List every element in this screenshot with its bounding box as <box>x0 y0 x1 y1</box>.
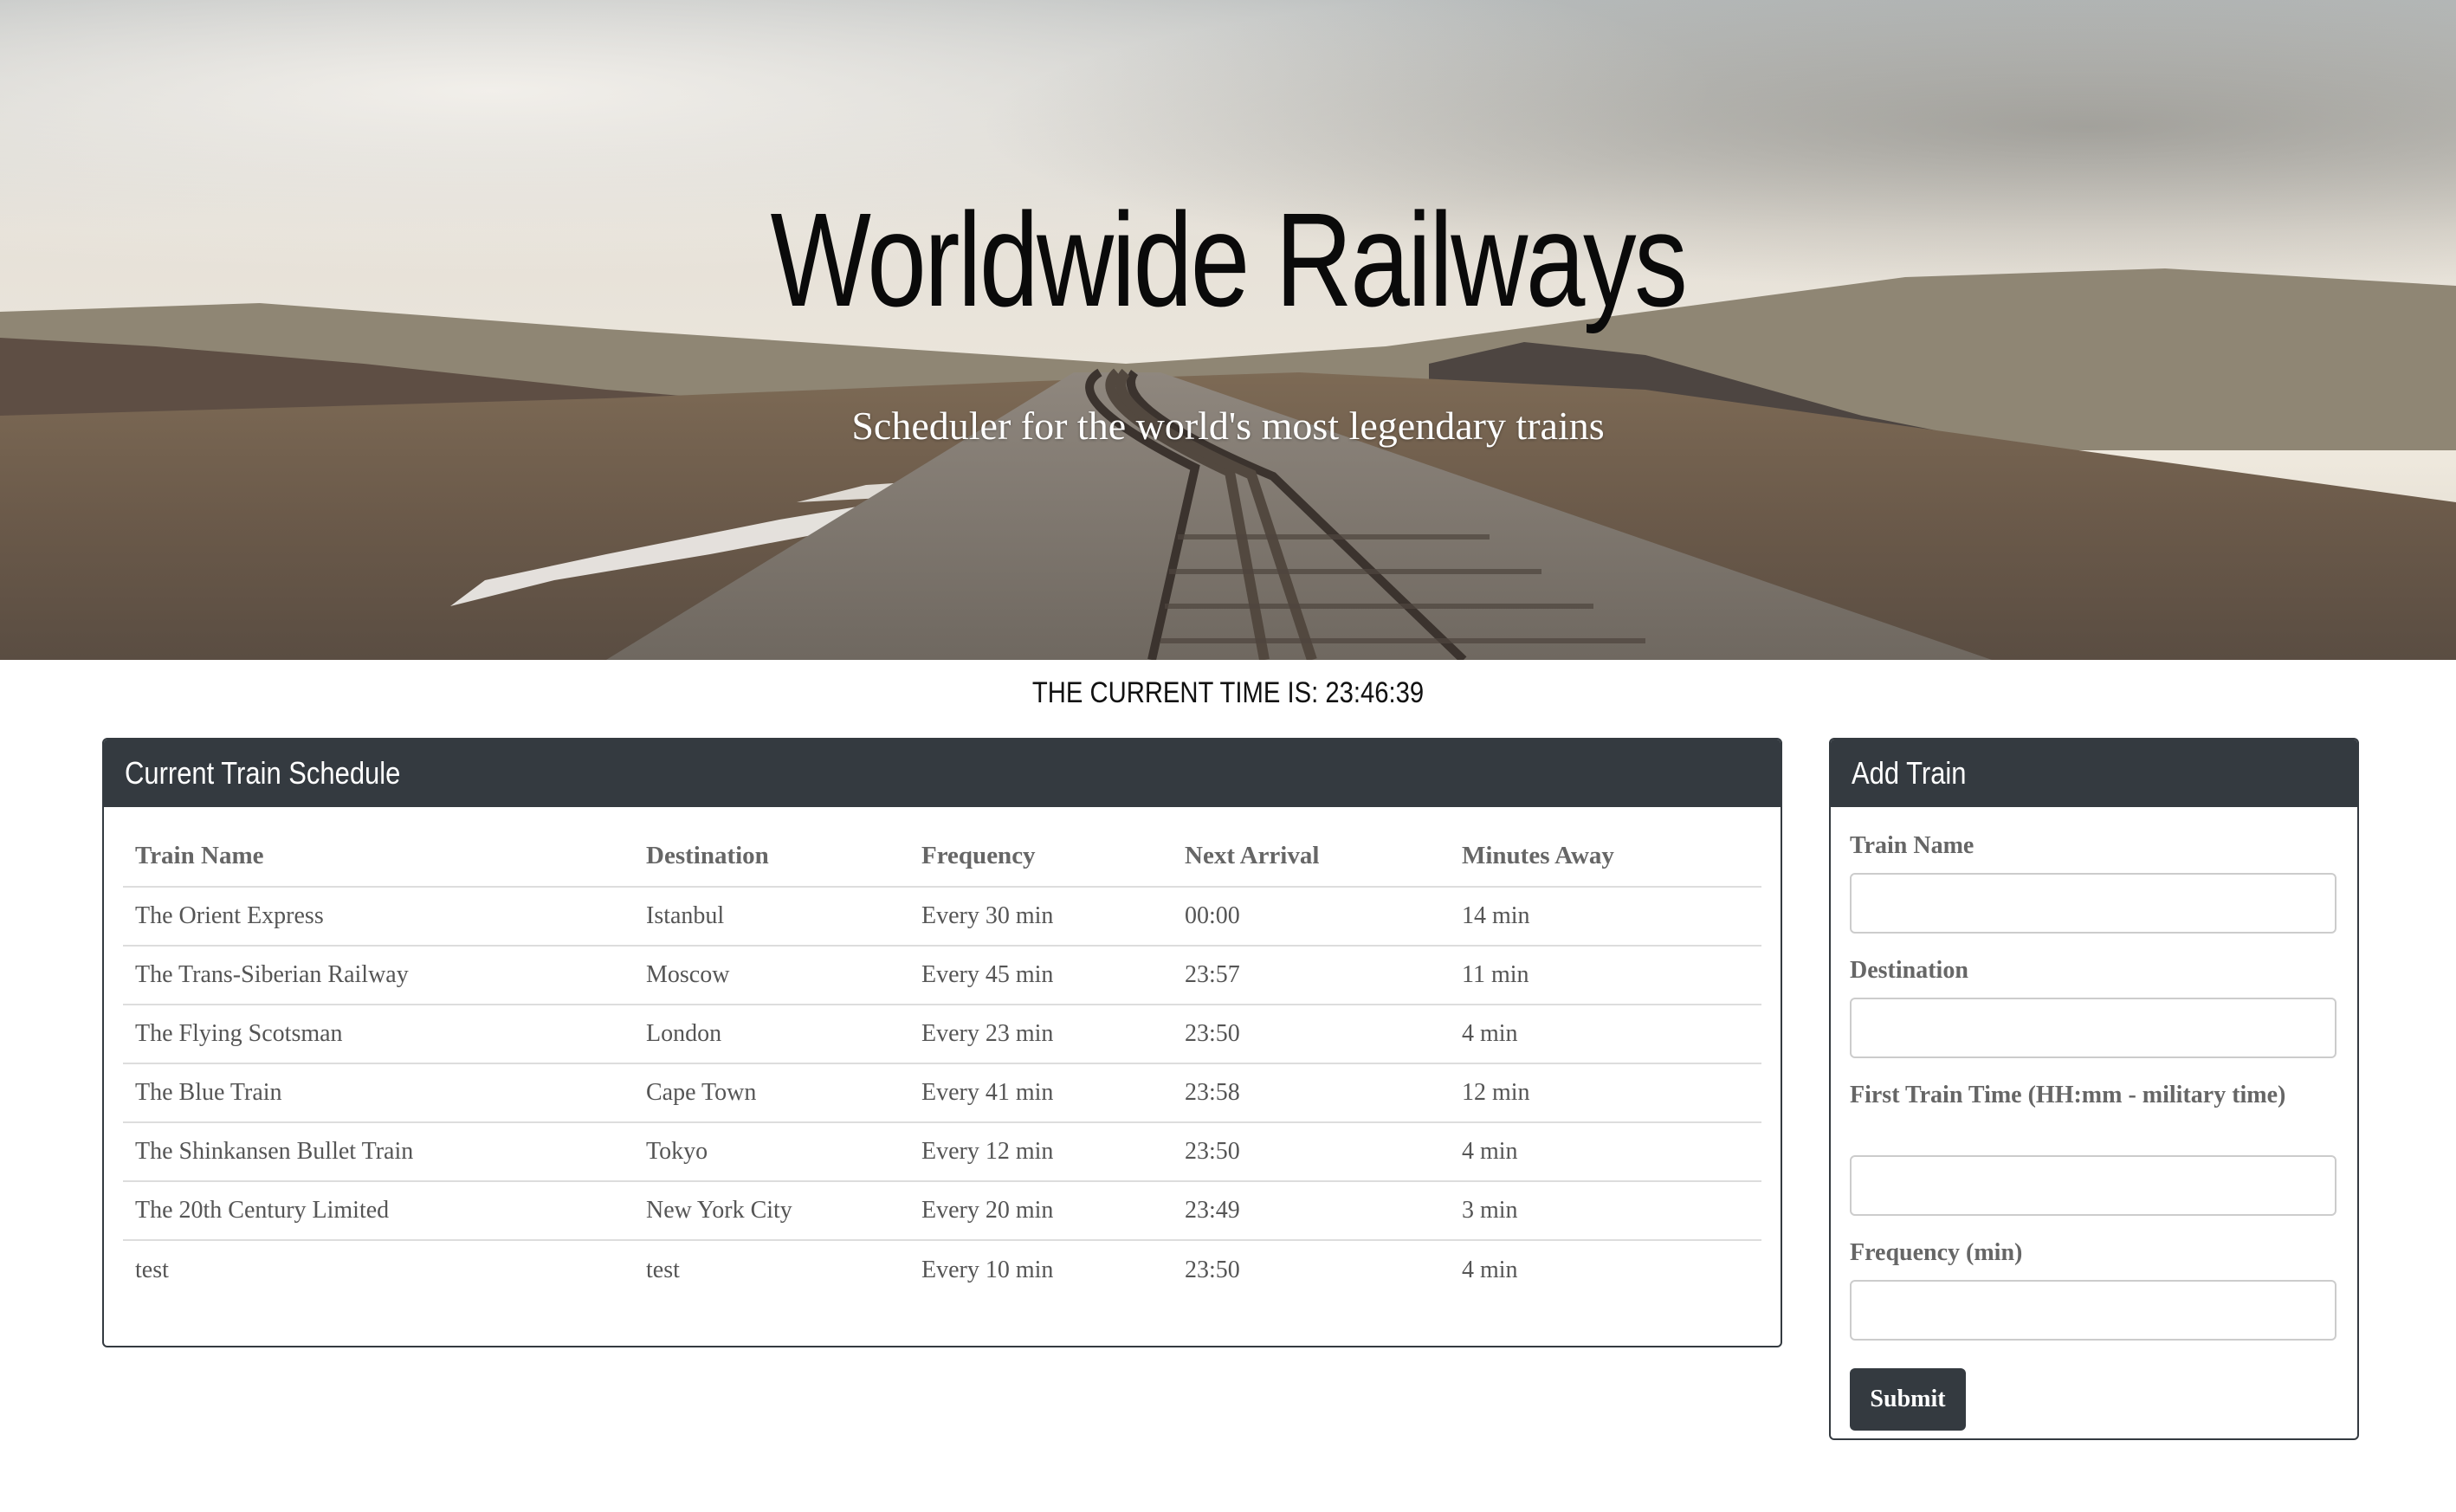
column-header-train-name: Train Name <box>123 826 634 888</box>
column-header-minutes-away: Minutes Away <box>1450 826 1761 888</box>
cell-minutes-away: 4 min <box>1450 1122 1761 1182</box>
hero-banner: Worldwide Railways Scheduler for the wor… <box>0 0 2456 660</box>
cell-minutes-away: 11 min <box>1450 946 1761 1005</box>
cell-frequency: Every 12 min <box>909 1122 1173 1182</box>
cell-next-arrival: 23:50 <box>1173 1005 1450 1064</box>
table-row: test test Every 10 min 23:50 4 min <box>123 1240 1761 1299</box>
cell-train-name: The Trans-Siberian Railway <box>123 946 634 1005</box>
destination-input[interactable] <box>1850 998 2336 1058</box>
cell-next-arrival: 23:58 <box>1173 1063 1450 1123</box>
add-train-card-title: Add Train <box>1852 755 1967 791</box>
cell-train-name: The Flying Scotsman <box>123 1005 634 1064</box>
cell-frequency: Every 23 min <box>909 1005 1173 1064</box>
submit-button[interactable]: Submit <box>1850 1368 1966 1431</box>
schedule-card-title: Current Train Schedule <box>125 755 401 791</box>
train-schedule-card: Current Train Schedule Train Name Destin… <box>102 738 1782 1347</box>
cell-destination: test <box>646 1256 680 1283</box>
column-header-frequency: Frequency <box>909 826 1173 888</box>
train-name-label: Train Name <box>1850 832 1974 859</box>
add-train-card: Add Train Train Name Destination First T… <box>1829 738 2359 1440</box>
cell-destination: Moscow <box>634 946 909 1005</box>
cell-destination: Tokyo <box>634 1122 909 1182</box>
cell-minutes-away: 4 min <box>1462 1256 1518 1283</box>
schedule-card-header: Current Train Schedule <box>104 740 1781 807</box>
cell-frequency: Every 20 min <box>909 1181 1173 1241</box>
cell-next-arrival: 23:50 <box>1173 1122 1450 1182</box>
cell-frequency: Every 10 min <box>921 1256 1054 1283</box>
cell-frequency: Every 45 min <box>909 946 1173 1005</box>
cell-frequency: Every 30 min <box>909 887 1173 947</box>
site-title: Worldwide Railways <box>770 185 1688 334</box>
train-name-input[interactable] <box>1850 873 2336 934</box>
cell-train-name: The Shinkansen Bullet Train <box>123 1122 634 1182</box>
cell-destination: Istanbul <box>634 887 909 947</box>
table-row: The Shinkansen Bullet Train Tokyo Every … <box>123 1122 1761 1182</box>
cell-destination: London <box>634 1005 909 1064</box>
column-header-next-arrival: Next Arrival <box>1173 826 1450 888</box>
frequency-label: Frequency (min) <box>1850 1239 2023 1266</box>
cell-train-name: The Blue Train <box>123 1063 634 1123</box>
cell-next-arrival: 23:50 <box>1185 1256 1240 1283</box>
cell-train-name: The Orient Express <box>123 887 634 947</box>
first-train-time-input[interactable] <box>1850 1155 2336 1216</box>
destination-label: Destination <box>1850 957 1968 984</box>
cell-train-name: The 20th Century Limited <box>123 1181 634 1241</box>
table-row: The Trans-Siberian Railway Moscow Every … <box>123 946 1761 1005</box>
table-row: The Flying Scotsman London Every 23 min … <box>123 1005 1761 1064</box>
current-time-display: THE CURRENT TIME IS: 23:46:39 <box>1031 676 1425 709</box>
cell-minutes-away: 3 min <box>1450 1181 1761 1241</box>
add-train-card-header: Add Train <box>1831 740 2357 807</box>
table-row: The Blue Train Cape Town Every 41 min 23… <box>123 1063 1761 1123</box>
table-row: The Orient Express Istanbul Every 30 min… <box>123 887 1761 947</box>
frequency-input[interactable] <box>1850 1280 2336 1341</box>
cell-train-name: test <box>135 1256 169 1283</box>
cell-next-arrival: 00:00 <box>1173 887 1450 947</box>
column-header-destination: Destination <box>634 826 909 888</box>
cell-minutes-away: 14 min <box>1450 887 1761 947</box>
first-train-time-label: First Train Time (HH:mm - military time) <box>1850 1082 2286 1108</box>
cell-minutes-away: 4 min <box>1450 1005 1761 1064</box>
table-row: The 20th Century Limited New York City E… <box>123 1181 1761 1241</box>
train-schedule-table: Train Name Destination Frequency Next Ar… <box>123 826 1761 1299</box>
cell-destination: New York City <box>634 1181 909 1241</box>
cell-next-arrival: 23:49 <box>1173 1181 1450 1241</box>
cell-frequency: Every 41 min <box>909 1063 1173 1123</box>
cell-destination: Cape Town <box>634 1063 909 1123</box>
site-subtitle: Scheduler for the world's most legendary… <box>851 404 1605 448</box>
cell-next-arrival: 23:57 <box>1173 946 1450 1005</box>
cell-minutes-away: 12 min <box>1450 1063 1761 1123</box>
table-header-row: Train Name Destination Frequency Next Ar… <box>123 826 1761 888</box>
